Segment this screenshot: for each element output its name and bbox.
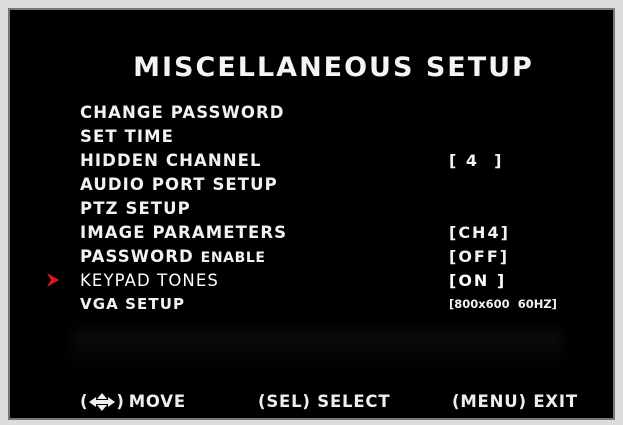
vga-setup-value: [800x600 60HZ]	[449, 297, 557, 311]
menu-item-password-enable[interactable]: PASSWORD ENABLE [OFF]	[80, 244, 600, 268]
move-label: MOVE	[128, 392, 186, 411]
monitor-frame: MISCELLANEOUS SETUP CHANGE PASSWORD SET …	[0, 0, 623, 425]
menu-item-label: VGA SETUP	[80, 295, 186, 313]
select-hint[interactable]: (SEL) SELECT	[258, 392, 390, 411]
settings-menu: CHANGE PASSWORD SET TIME HIDDEN CHANNEL …	[47, 100, 600, 316]
menu-item-hidden-channel[interactable]: HIDDEN CHANNEL [ 4 ]	[80, 148, 600, 172]
footer-hints: ( ) MOVE (SEL) SELECT (MENU) EXIT	[80, 392, 600, 418]
keypad-tones-value: [ON ]	[449, 270, 507, 290]
password-enable-value: [OFF]	[449, 246, 510, 266]
hidden-channel-value: [ 4 ]	[449, 150, 504, 170]
faded-empty-rows	[72, 330, 562, 370]
menu-item-image-parameters[interactable]: IMAGE PARAMETERS [CH4]	[80, 220, 600, 244]
move-paren-close: )	[116, 392, 125, 411]
move-paren-open: (	[80, 392, 89, 411]
menu-item-vga-setup[interactable]: VGA SETUP [800x600 60HZ]	[80, 292, 600, 316]
menu-item-audio-port-setup[interactable]: AUDIO PORT SETUP	[80, 172, 600, 196]
image-parameters-value: [CH4]	[449, 222, 510, 242]
red-arrow-pointer-icon	[47, 273, 59, 287]
menu-item-label: KEYPAD TONES	[80, 270, 219, 290]
menu-item-label: HIDDEN CHANNEL	[80, 150, 262, 170]
exit-hint[interactable]: (MENU) EXIT	[452, 392, 578, 411]
menu-item-label-part: ENABLE	[200, 249, 266, 266]
menu-item-label: AUDIO PORT SETUP	[80, 174, 278, 194]
menu-item-label: PASSWORD ENABLE	[80, 247, 266, 266]
four-way-arrow-icon	[89, 392, 116, 411]
menu-item-label: IMAGE PARAMETERS	[80, 222, 288, 242]
menu-item-change-password[interactable]: CHANGE PASSWORD	[80, 100, 600, 124]
menu-item-keypad-tones[interactable]: KEYPAD TONES [ON ]	[47, 268, 600, 292]
move-hint[interactable]: ( ) MOVE	[80, 392, 186, 411]
menu-item-label: PTZ SETUP	[80, 198, 191, 218]
menu-item-label: CHANGE PASSWORD	[80, 102, 285, 122]
menu-item-label: SET TIME	[80, 126, 175, 146]
menu-item-ptz-setup[interactable]: PTZ SETUP	[80, 196, 600, 220]
page-title: MISCELLANEOUS SETUP	[133, 52, 534, 83]
osd-screen: MISCELLANEOUS SETUP CHANGE PASSWORD SET …	[8, 8, 615, 420]
menu-item-set-time[interactable]: SET TIME	[80, 124, 600, 148]
menu-item-label-part: PASSWORD	[80, 246, 194, 266]
